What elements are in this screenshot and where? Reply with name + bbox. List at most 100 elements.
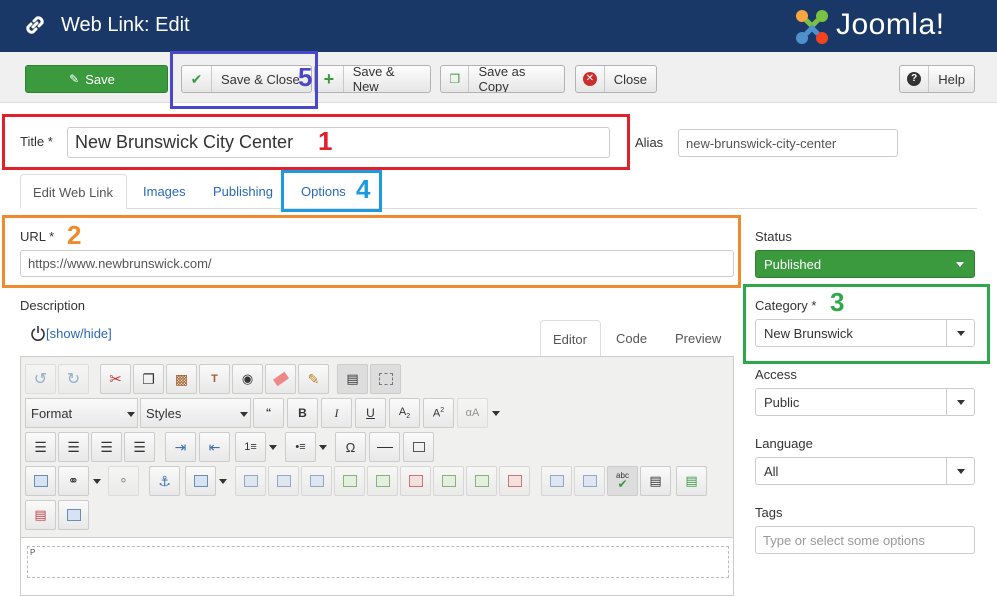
col-after-button[interactable] xyxy=(466,466,497,496)
superscript-button[interactable]: A2 xyxy=(423,398,454,428)
cut-button[interactable]: ✂ xyxy=(100,364,131,394)
subscript-icon: A2 xyxy=(398,405,411,421)
eraser-icon xyxy=(272,371,289,387)
outdent-icon: ⇤ xyxy=(208,438,221,455)
save-new-button[interactable]: + Save & New xyxy=(314,65,431,93)
unlink-icon: ⚬ xyxy=(118,473,129,488)
special-char-button[interactable]: Ω xyxy=(335,432,366,462)
align-right-icon: ☰ xyxy=(100,438,113,455)
eraser-button[interactable] xyxy=(265,364,296,394)
redo-button[interactable]: ↻ xyxy=(58,364,89,394)
page-break-button[interactable] xyxy=(403,432,434,462)
save-button[interactable]: ✎ Save xyxy=(25,65,168,93)
link-button[interactable]: ⚭ xyxy=(58,466,89,496)
merge-cells-button[interactable] xyxy=(301,466,332,496)
status-label: Status xyxy=(755,229,792,244)
italic-button[interactable]: I xyxy=(321,398,352,428)
chevron-down-icon[interactable] xyxy=(317,432,329,462)
tab-images[interactable]: Images xyxy=(143,184,186,199)
paste-button[interactable]: ▩ xyxy=(166,364,197,394)
tabs-divider xyxy=(20,208,977,209)
table-icon xyxy=(193,475,208,487)
align-right-button[interactable]: ☰ xyxy=(91,432,122,462)
find-button[interactable]: ◉ xyxy=(232,364,263,394)
row-before-button[interactable] xyxy=(334,466,365,496)
table-button[interactable] xyxy=(185,466,216,496)
cleanup-button[interactable]: ✎ xyxy=(298,364,329,394)
copy-button[interactable]: ❐ xyxy=(133,364,164,394)
outdent-button[interactable]: ⇤ xyxy=(199,432,230,462)
merge-cells-icon xyxy=(309,475,324,487)
annotation-number-1: 1 xyxy=(318,126,333,156)
align-left-button[interactable]: ☰ xyxy=(25,432,56,462)
language-select[interactable]: All xyxy=(755,457,975,485)
tab-editor[interactable]: Editor xyxy=(540,320,601,357)
tab-publishing[interactable]: Publishing xyxy=(213,184,273,199)
visual-aid-button[interactable] xyxy=(370,364,401,394)
subscript-button[interactable]: A2 xyxy=(389,398,420,428)
brand-wordmark: Joomla! xyxy=(836,8,945,41)
align-center-button[interactable]: ☰ xyxy=(58,432,89,462)
language-label: Language xyxy=(755,436,813,451)
delete-col-button[interactable] xyxy=(499,466,530,496)
tab-edit-web-link[interactable]: Edit Web Link xyxy=(20,174,127,209)
tags-input[interactable]: Type or select some options xyxy=(755,526,975,554)
chevron-down-icon[interactable] xyxy=(91,466,103,496)
table-props-button[interactable] xyxy=(574,466,605,496)
help-button[interactable]: ? Help xyxy=(899,65,975,93)
source-button[interactable]: ▤ xyxy=(337,364,368,394)
cell-props-icon xyxy=(276,475,291,487)
insert-date-button[interactable]: ▤ xyxy=(676,466,707,496)
blockquote-button[interactable]: “ xyxy=(253,398,284,428)
paragraph-block[interactable]: P xyxy=(27,546,729,578)
indent-button[interactable]: ⇥ xyxy=(165,432,196,462)
chevron-down-icon[interactable] xyxy=(490,398,502,428)
tab-preview[interactable]: Preview xyxy=(675,331,721,346)
editor-content-area[interactable]: P xyxy=(21,537,733,595)
unlink-button[interactable]: ⚬ xyxy=(108,466,139,496)
annotation-number-4: 4 xyxy=(356,174,371,204)
redo-icon: ↻ xyxy=(66,371,81,388)
status-select[interactable]: Published xyxy=(755,250,975,278)
copy-icon: ❐ xyxy=(441,66,470,92)
quote-icon: “ xyxy=(265,407,272,419)
delete-table-button[interactable] xyxy=(235,466,266,496)
image-button[interactable] xyxy=(25,466,56,496)
split-cells-button[interactable] xyxy=(541,466,572,496)
paste-text-button[interactable]: T xyxy=(199,364,230,394)
delete-row-button[interactable] xyxy=(400,466,431,496)
cell-props-button[interactable] xyxy=(268,466,299,496)
justify-button[interactable]: ☰ xyxy=(124,432,155,462)
underline-button[interactable]: U xyxy=(355,398,386,428)
bullet-list-button[interactable]: •≡ xyxy=(285,432,316,462)
close-button[interactable]: ✕ Close xyxy=(575,65,657,93)
format-select[interactable]: Format xyxy=(25,398,138,428)
alias-input[interactable]: new-brunswick-city-center xyxy=(678,129,898,157)
insert-image-button[interactable] xyxy=(58,500,89,530)
show-hide-link[interactable]: [show/hide] xyxy=(46,326,112,341)
horizontal-rule-button[interactable] xyxy=(369,432,400,462)
access-select[interactable]: Public xyxy=(755,388,975,416)
undo-button[interactable]: ↺ xyxy=(25,364,56,394)
chain-link-icon: ⚭ xyxy=(68,473,79,488)
col-after-icon xyxy=(474,475,489,487)
chevron-down-icon[interactable] xyxy=(267,432,279,462)
row-after-icon xyxy=(375,475,390,487)
styles-select[interactable]: Styles xyxy=(140,398,251,428)
chevron-down-icon xyxy=(946,458,974,484)
scissors-icon: ✂ xyxy=(109,371,122,388)
save-copy-button[interactable]: ❐ Save as Copy xyxy=(440,65,565,93)
media-button[interactable]: ▤ xyxy=(640,466,671,496)
row-after-button[interactable] xyxy=(367,466,398,496)
font-size-button[interactable]: αA xyxy=(457,398,488,428)
close-icon: ✕ xyxy=(576,66,605,92)
tab-code[interactable]: Code xyxy=(616,331,647,346)
anchor-button[interactable]: ⚓ xyxy=(149,466,180,496)
remove-format-button[interactable]: ▤ xyxy=(25,500,56,530)
spellcheck-button[interactable]: abc ✔ xyxy=(607,466,638,496)
copy-icon: ❐ xyxy=(142,370,155,387)
numbered-list-button[interactable]: 1≡ xyxy=(235,432,266,462)
bold-button[interactable]: B xyxy=(287,398,318,428)
chevron-down-icon[interactable] xyxy=(217,466,229,496)
col-before-button[interactable] xyxy=(433,466,464,496)
